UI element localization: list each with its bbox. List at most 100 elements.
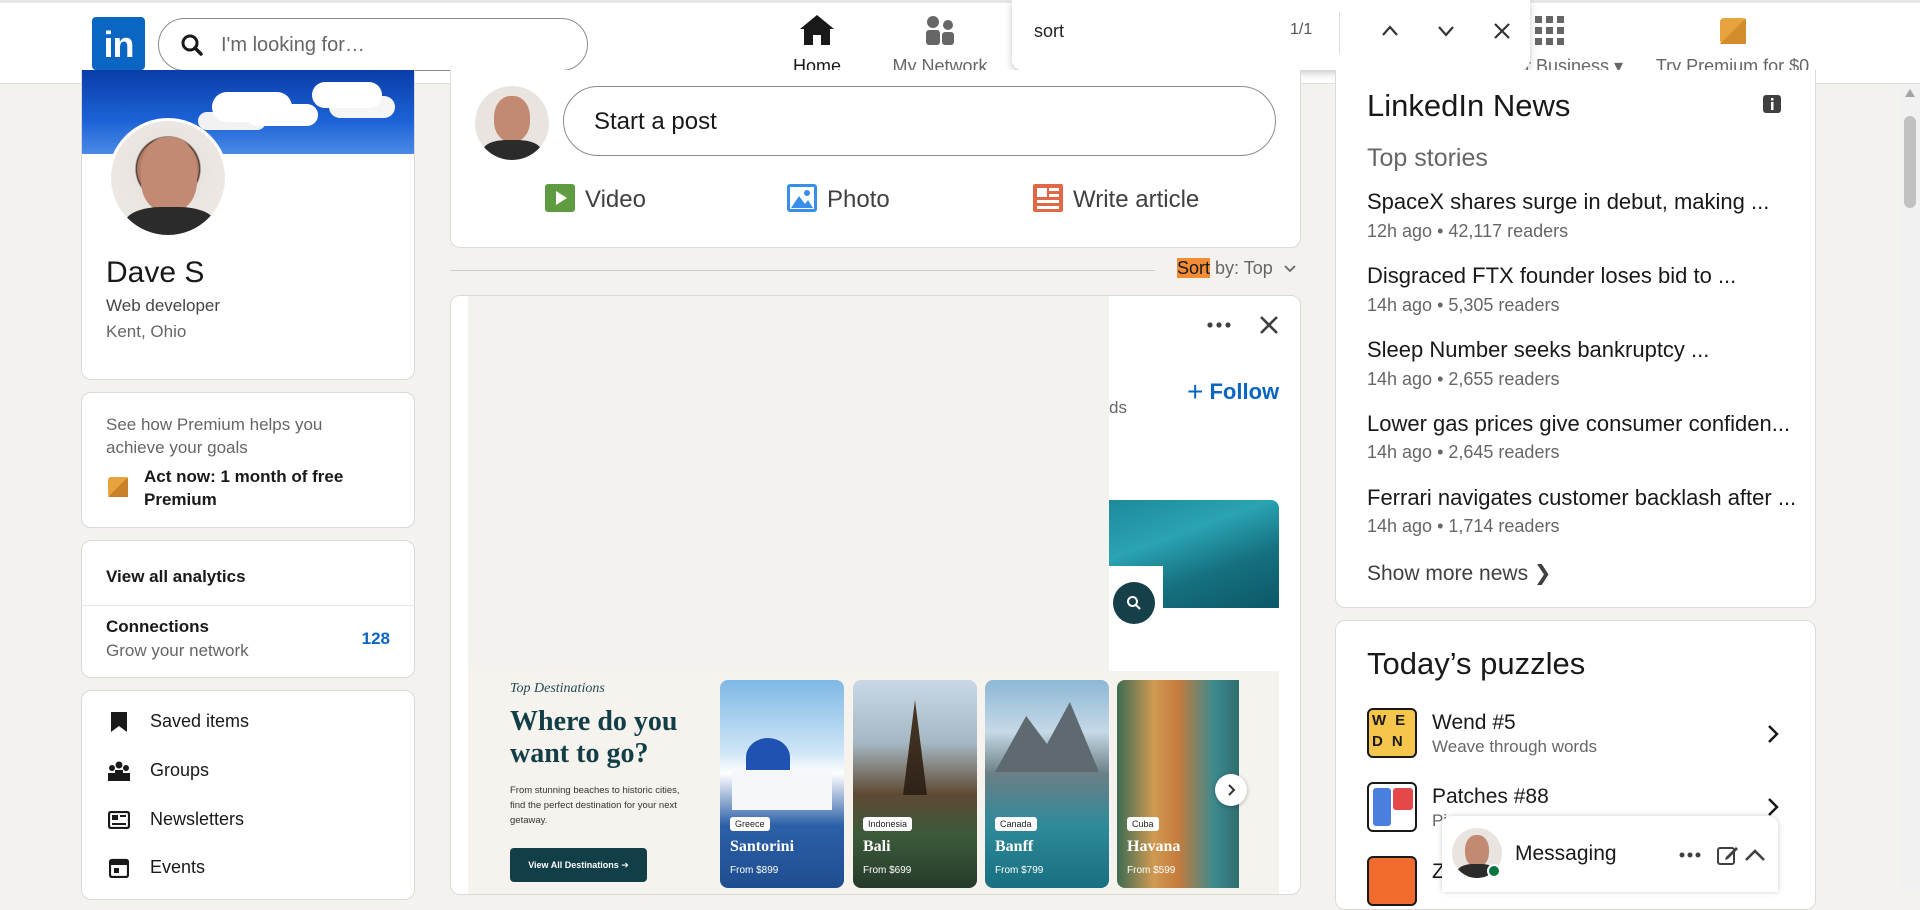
destination-name: Santorini <box>730 838 795 855</box>
view-all-analytics-link[interactable]: View all analytics <box>106 567 246 587</box>
search-placeholder: I'm looking for… <box>221 34 365 56</box>
destination-name: Havana <box>1127 838 1181 855</box>
find-in-page-bar: sort 1/1 <box>1012 0 1530 70</box>
start-post-button[interactable]: Start a post <box>563 86 1276 156</box>
chevron-right-icon[interactable] <box>1767 797 1779 817</box>
groups-icon <box>108 761 130 781</box>
avatar[interactable] <box>108 118 228 238</box>
destination-price: From $699 <box>863 865 912 876</box>
wend-icon: WE DN <box>1367 708 1417 758</box>
news-item-title[interactable]: Ferrari navigates customer backlash afte… <box>1367 485 1796 511</box>
profile-headline: Web developer <box>106 296 221 315</box>
destination-price: From $599 <box>1127 865 1176 876</box>
news-item-meta: 14h ago • 5,305 readers <box>1367 295 1560 315</box>
find-count: 1/1 <box>1290 21 1313 38</box>
news-item-meta: 14h ago • 2,645 readers <box>1367 442 1560 462</box>
premium-pitch: See how Premium helps you achieve your g… <box>106 415 323 457</box>
puzzle-desc: Weave through words <box>1432 737 1598 756</box>
composer-avatar[interactable] <box>475 86 549 160</box>
puzzle-name[interactable]: Patches #88 <box>1432 785 1549 809</box>
sort-label: by: Top <box>1210 258 1273 278</box>
blank-overlay <box>468 296 1109 671</box>
video-label: Video <box>585 186 646 213</box>
compose-icon[interactable] <box>1717 844 1739 866</box>
news-item-meta: 14h ago • 2,655 readers <box>1367 369 1560 389</box>
close-icon[interactable] <box>1259 315 1279 335</box>
analytics-card: View all analytics Connections Grow your… <box>81 540 415 678</box>
profile-name[interactable]: Dave S <box>106 256 204 290</box>
premium-icon <box>108 477 128 497</box>
messaging-bar[interactable]: Messaging <box>1442 816 1778 892</box>
ad-cta-label: View All Destinations <box>528 860 619 870</box>
puzzle-name[interactable]: Wend #5 <box>1432 711 1516 735</box>
ad-description: From stunning beaches to historic cities… <box>510 785 680 826</box>
grid-icon <box>1535 16 1564 45</box>
scrollbar-thumb[interactable] <box>1904 116 1916 208</box>
news-item-title[interactable]: SpaceX shares surge in debut, making ... <box>1367 189 1769 215</box>
post-composer: Start a post Video Photo Write article <box>450 70 1301 248</box>
groups-link[interactable]: Groups <box>150 760 209 781</box>
bookmark-icon <box>111 712 127 732</box>
destination-card[interactable]: Greece Santorini From $899 <box>720 680 844 888</box>
ad-search-button[interactable] <box>1113 582 1155 624</box>
news-item-meta: 12h ago • 42,117 readers <box>1367 221 1569 241</box>
more-options-icon[interactable] <box>1207 322 1231 328</box>
connections-sub: Grow your network <box>106 641 249 660</box>
people-icon <box>926 16 954 45</box>
linkedin-logo[interactable]: in <box>92 17 145 70</box>
news-subtitle: Top stories <box>1367 144 1488 172</box>
home-icon <box>800 15 834 45</box>
more-options-icon[interactable] <box>1679 852 1701 858</box>
premium-cta[interactable]: Act now: 1 month of free Premium <box>144 465 394 511</box>
profile-card: Dave S Web developer Kent, Ohio <box>81 70 415 380</box>
puzzles-title: Today’s puzzles <box>1367 646 1586 681</box>
news-title: LinkedIn News <box>1367 88 1571 123</box>
follow-label: Follow <box>1209 379 1280 404</box>
divider <box>82 605 414 606</box>
chevron-up-icon[interactable] <box>1744 848 1766 862</box>
search-box[interactable]: I'm looking for… <box>158 18 588 71</box>
events-link[interactable]: Events <box>150 857 205 878</box>
search-icon <box>181 34 203 56</box>
chevron-down-icon <box>1284 265 1296 273</box>
news-item-title[interactable]: Lower gas prices give consumer confiden.… <box>1367 411 1790 437</box>
destination-country: Cuba <box>1127 817 1159 831</box>
destination-name: Bali <box>863 838 891 855</box>
calendar-icon <box>109 858 129 878</box>
ad-kicker: Top Destinations <box>510 681 605 696</box>
ad-cta-button[interactable]: View All Destinations ➔ <box>510 848 647 882</box>
premium-card[interactable]: See how Premium helps you achieve your g… <box>81 392 415 528</box>
info-icon[interactable] <box>1763 95 1781 113</box>
news-item-meta: 14h ago • 1,714 readers <box>1367 516 1560 536</box>
find-next-icon[interactable] <box>1436 21 1456 41</box>
follow-button[interactable]: + Follow <box>1187 376 1279 408</box>
saved-items-link[interactable]: Saved items <box>150 711 249 732</box>
patches-icon <box>1367 782 1417 832</box>
scroll-up-arrow-icon[interactable] <box>1904 88 1916 98</box>
search-icon <box>1127 596 1141 610</box>
online-status-dot <box>1487 864 1501 878</box>
carousel-next-button[interactable] <box>1215 774 1247 806</box>
scrollbar[interactable] <box>1900 84 1920 892</box>
chevron-down-icon: ❯ <box>1533 562 1552 585</box>
start-post-placeholder: Start a post <box>594 108 717 135</box>
profile-location: Kent, Ohio <box>106 322 187 341</box>
partial-text: ds <box>1109 398 1127 417</box>
zip-icon <box>1367 856 1417 906</box>
find-close-icon[interactable] <box>1492 21 1512 41</box>
destination-card[interactable]: Indonesia Bali From $699 <box>853 680 977 888</box>
connections-label[interactable]: Connections <box>106 617 209 637</box>
photo-label: Photo <box>827 186 890 213</box>
news-item-title[interactable]: Disgraced FTX founder loses bid to ... <box>1367 263 1736 289</box>
show-more-news-button[interactable]: Show more news ❯ <box>1367 561 1552 586</box>
chevron-right-icon[interactable] <box>1767 724 1779 744</box>
destination-card[interactable]: Canada Banff From $799 <box>985 680 1109 888</box>
find-prev-icon[interactable] <box>1380 21 1400 41</box>
news-item-title[interactable]: Sleep Number seeks bankruptcy ... <box>1367 337 1709 363</box>
sort-control[interactable]: Sort by: Top <box>1177 258 1296 279</box>
find-input[interactable]: sort <box>1034 21 1064 42</box>
destination-country: Greece <box>730 817 770 831</box>
find-divider <box>1339 12 1340 54</box>
destination-price: From $899 <box>730 865 779 876</box>
newsletters-link[interactable]: Newsletters <box>150 809 244 830</box>
